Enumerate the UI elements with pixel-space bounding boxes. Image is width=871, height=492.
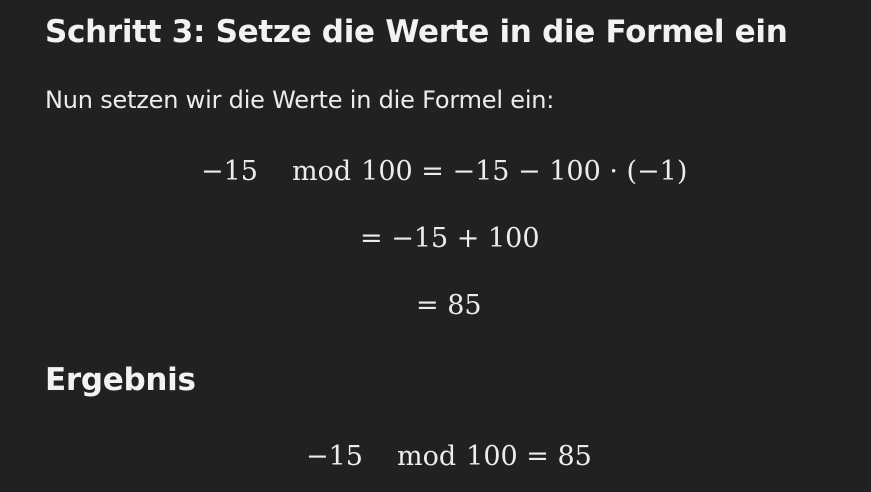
equation-line-3: = 85 [416, 290, 482, 321]
equation-line-2-text: = −15 + 100 [360, 223, 540, 254]
equation-line-3-text: = 85 [416, 290, 482, 321]
result-rhs: 100 = 85 [466, 441, 592, 472]
intro-text: Nun setzen wir die Werte in die Formel e… [45, 86, 555, 114]
result-lhs-number: −15 [306, 441, 363, 472]
equation-line-2: = −15 + 100 [360, 223, 540, 254]
equation-rhs: 100 = −15 − 100 · (−1) [361, 156, 688, 187]
result-equation: −15 mod 100 = 85 [306, 441, 592, 472]
result-mod-operator: mod [396, 441, 457, 472]
equation-line-1: −15 mod 100 = −15 − 100 · (−1) [201, 156, 687, 187]
result-heading: Ergebnis [45, 362, 196, 398]
equation-lhs-number: −15 [201, 156, 258, 187]
step-heading: Schritt 3: Setze die Werte in die Formel… [45, 14, 788, 50]
mod-operator: mod [291, 156, 352, 187]
